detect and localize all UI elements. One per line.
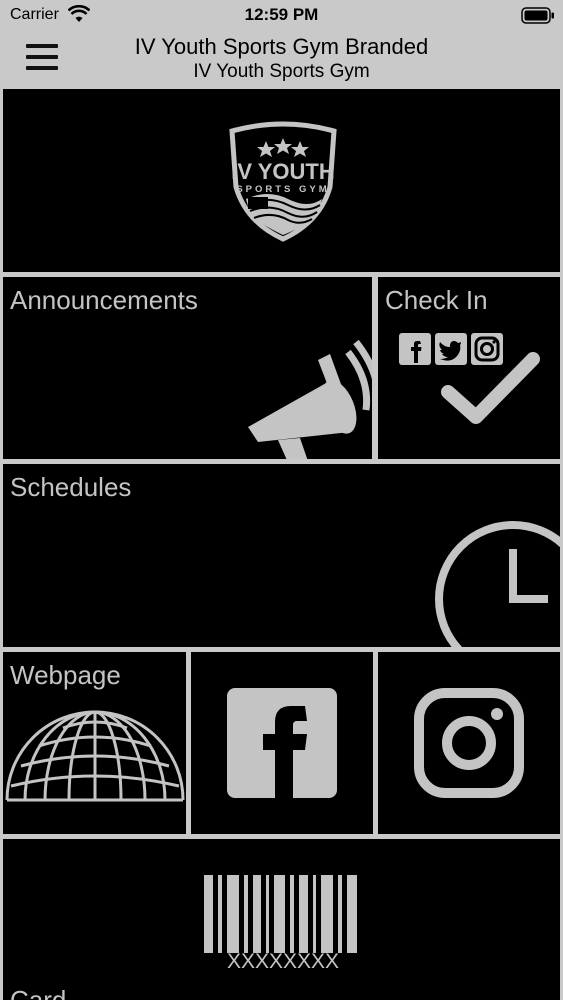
nav-bar: IV Youth Sports Gym Branded IV Youth Spo… <box>0 30 563 86</box>
facebook-tile[interactable] <box>191 652 373 834</box>
status-time: 12:59 PM <box>244 5 319 24</box>
megaphone-icon <box>248 339 372 459</box>
barcode-icon: XXXXXXXX <box>204 875 357 971</box>
hamburger-menu-icon[interactable] <box>26 44 58 72</box>
check-in-tile[interactable]: Check In <box>378 277 560 459</box>
app-title: IV Youth Sports Gym Branded <box>134 34 429 59</box>
announcements-tile[interactable]: Announcements <box>3 277 372 459</box>
globe-icon <box>5 710 185 802</box>
announcements-label: Announcements <box>10 285 198 315</box>
clock-icon <box>435 521 560 647</box>
logo-tile: IV YOUTH SPORTS GYM <box>3 89 560 272</box>
instagram-icon <box>414 688 524 798</box>
checkmark-icon <box>441 352 540 424</box>
card-label: Card <box>10 985 67 1000</box>
facebook-icon <box>227 688 337 798</box>
shield-logo-icon: IV YOUTH SPORTS GYM <box>229 121 337 242</box>
status-bar: Carrier 12:59 PM <box>0 0 563 30</box>
app-subtitle: IV Youth Sports Gym <box>193 61 370 82</box>
card-tile[interactable]: XXXXXXXX Card <box>3 839 560 1000</box>
schedules-tile[interactable]: Schedules <box>3 464 560 647</box>
instagram-tile[interactable] <box>378 652 560 834</box>
logo-line1: IV YOUTH <box>231 159 335 184</box>
logo-line2: SPORTS GYM <box>236 184 329 195</box>
webpage-label: Webpage <box>10 660 121 690</box>
barcode-text: XXXXXXXX <box>227 950 339 971</box>
webpage-tile[interactable]: Webpage <box>3 652 186 834</box>
check-in-label: Check In <box>385 285 488 315</box>
battery-icon <box>521 7 554 24</box>
schedules-label: Schedules <box>10 472 132 502</box>
